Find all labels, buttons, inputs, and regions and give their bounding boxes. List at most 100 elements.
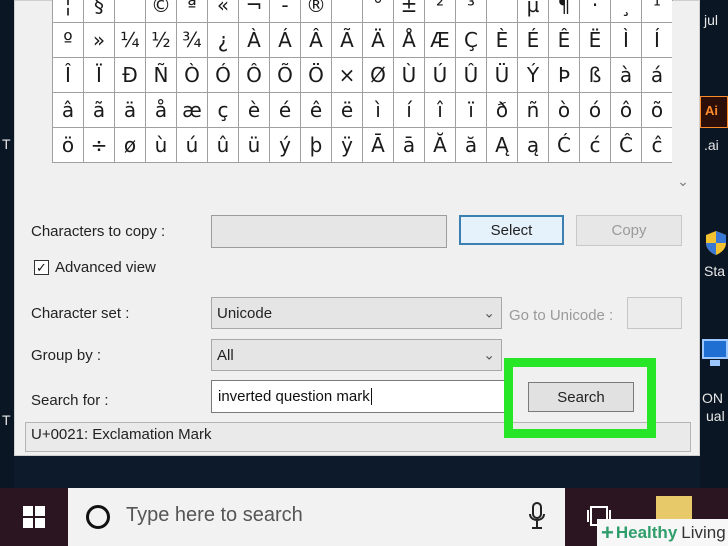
character-cell[interactable]: î	[425, 93, 456, 128]
character-cell[interactable]: ù	[146, 128, 177, 163]
character-cell[interactable]: Ă	[425, 128, 456, 163]
character-cell[interactable]: Ê	[549, 23, 580, 58]
character-cell[interactable]: é	[270, 93, 301, 128]
character-cell[interactable]: Ć	[549, 128, 580, 163]
character-cell[interactable]: Ö	[301, 58, 332, 93]
group-by-select[interactable]: All ⌄	[211, 339, 502, 371]
character-cell[interactable]: Ù	[394, 58, 425, 93]
character-cell[interactable]: Ø	[363, 58, 394, 93]
character-set-select[interactable]: Unicode ⌄	[211, 297, 502, 329]
character-cell[interactable]: Þ	[549, 58, 580, 93]
character-cell[interactable]: Â	[301, 23, 332, 58]
character-cell[interactable]: Ñ	[146, 58, 177, 93]
cortana-circle-icon[interactable]	[86, 505, 110, 529]
character-cell[interactable]: º	[53, 23, 84, 58]
copy-button[interactable]: Copy	[576, 215, 682, 246]
computer-icon[interactable]	[700, 338, 728, 380]
character-cell[interactable]: æ	[177, 93, 208, 128]
character-cell[interactable]: Ä	[363, 23, 394, 58]
character-cell[interactable]: ²	[425, 0, 456, 23]
windows-start-icon[interactable]	[0, 488, 68, 546]
character-cell[interactable]: ó	[580, 93, 611, 128]
character-cell[interactable]: ÷	[84, 128, 115, 163]
character-cell[interactable]: ´	[487, 0, 518, 23]
character-cell[interactable]: -	[270, 0, 301, 23]
character-cell[interactable]: ©	[146, 0, 177, 23]
character-cell[interactable]: ¸	[611, 0, 642, 23]
character-cell[interactable]: ±	[394, 0, 425, 23]
character-cell[interactable]: ¦	[53, 0, 84, 23]
character-cell[interactable]: þ	[301, 128, 332, 163]
character-cell[interactable]: ª	[177, 0, 208, 23]
character-cell[interactable]: ì	[363, 93, 394, 128]
character-cell[interactable]: û	[208, 128, 239, 163]
character-cell[interactable]: Ç	[456, 23, 487, 58]
character-cell[interactable]: «	[208, 0, 239, 23]
character-cell[interactable]: »	[84, 23, 115, 58]
character-cell[interactable]: ñ	[518, 93, 549, 128]
character-cell[interactable]: Í	[642, 23, 673, 58]
character-cell[interactable]: Ë	[580, 23, 611, 58]
character-cell[interactable]: Å	[394, 23, 425, 58]
character-cell[interactable]: å	[146, 93, 177, 128]
character-cell[interactable]: Æ	[425, 23, 456, 58]
character-cell[interactable]: á	[642, 58, 673, 93]
character-cell[interactable]: ¹	[642, 0, 673, 23]
character-cell[interactable]: ·	[580, 0, 611, 23]
microphone-icon[interactable]	[528, 502, 546, 536]
character-cell[interactable]: ă	[456, 128, 487, 163]
character-cell[interactable]: ¬	[239, 0, 270, 23]
go-to-unicode-field[interactable]	[627, 297, 682, 329]
character-cell[interactable]: ÿ	[332, 128, 363, 163]
character-cell[interactable]: ą	[518, 128, 549, 163]
character-cell[interactable]: ć	[580, 128, 611, 163]
character-cell[interactable]: Õ	[270, 58, 301, 93]
character-cell[interactable]: ½	[146, 23, 177, 58]
character-cell[interactable]: Ü	[487, 58, 518, 93]
character-cell[interactable]: ð	[487, 93, 518, 128]
character-cell[interactable]: ò	[549, 93, 580, 128]
character-cell[interactable]: ³	[456, 0, 487, 23]
shield-icon[interactable]	[705, 230, 727, 256]
character-cell[interactable]: ú	[177, 128, 208, 163]
illustrator-file-icon[interactable]: Ai	[700, 96, 728, 128]
character-cell[interactable]: Î	[53, 58, 84, 93]
character-cell[interactable]: Ĉ	[611, 128, 642, 163]
character-cell[interactable]: í	[394, 93, 425, 128]
character-cell[interactable]: µ	[518, 0, 549, 23]
character-grid[interactable]: ¦ § ¨ © ª «¬ - ® ¯ ° ± ² ³ ´ µ ¶ · ¸ ¹ º» ¼ ½ ¾ ¿ À Á Â Ã Ä Å Æ Ç È É Ê Ë Ì Í…	[52, 0, 673, 163]
character-cell[interactable]: ×	[332, 58, 363, 93]
character-cell[interactable]: ê	[301, 93, 332, 128]
character-cell[interactable]: Ï	[84, 58, 115, 93]
character-cell[interactable]: Ô	[239, 58, 270, 93]
character-cell[interactable]: ö	[53, 128, 84, 163]
character-cell[interactable]: ®	[301, 0, 332, 23]
advanced-view-checkbox[interactable]: ✓	[34, 260, 49, 275]
character-cell[interactable]: È	[487, 23, 518, 58]
character-cell[interactable]: ¨	[115, 0, 146, 23]
characters-to-copy-field[interactable]	[211, 215, 447, 248]
character-cell[interactable]: è	[239, 93, 270, 128]
search-input[interactable]: inverted question mark	[211, 380, 506, 413]
character-cell[interactable]: ç	[208, 93, 239, 128]
character-cell[interactable]: Ò	[177, 58, 208, 93]
character-cell[interactable]: ß	[580, 58, 611, 93]
character-cell[interactable]: Ì	[611, 23, 642, 58]
character-cell[interactable]: ĉ	[642, 128, 673, 163]
character-cell[interactable]: ä	[115, 93, 146, 128]
character-cell[interactable]: Ã	[332, 23, 363, 58]
character-cell[interactable]: À	[239, 23, 270, 58]
character-cell[interactable]: Ú	[425, 58, 456, 93]
character-cell[interactable]: Ð	[115, 58, 146, 93]
character-cell[interactable]: ý	[270, 128, 301, 163]
character-cell[interactable]: §	[84, 0, 115, 23]
character-cell[interactable]: ¶	[549, 0, 580, 23]
character-cell[interactable]: ¾	[177, 23, 208, 58]
character-cell[interactable]: ë	[332, 93, 363, 128]
character-cell[interactable]: ü	[239, 128, 270, 163]
character-cell[interactable]: É	[518, 23, 549, 58]
character-cell[interactable]: ï	[456, 93, 487, 128]
character-cell[interactable]: ø	[115, 128, 146, 163]
character-cell[interactable]: Á	[270, 23, 301, 58]
character-cell[interactable]: ā	[394, 128, 425, 163]
